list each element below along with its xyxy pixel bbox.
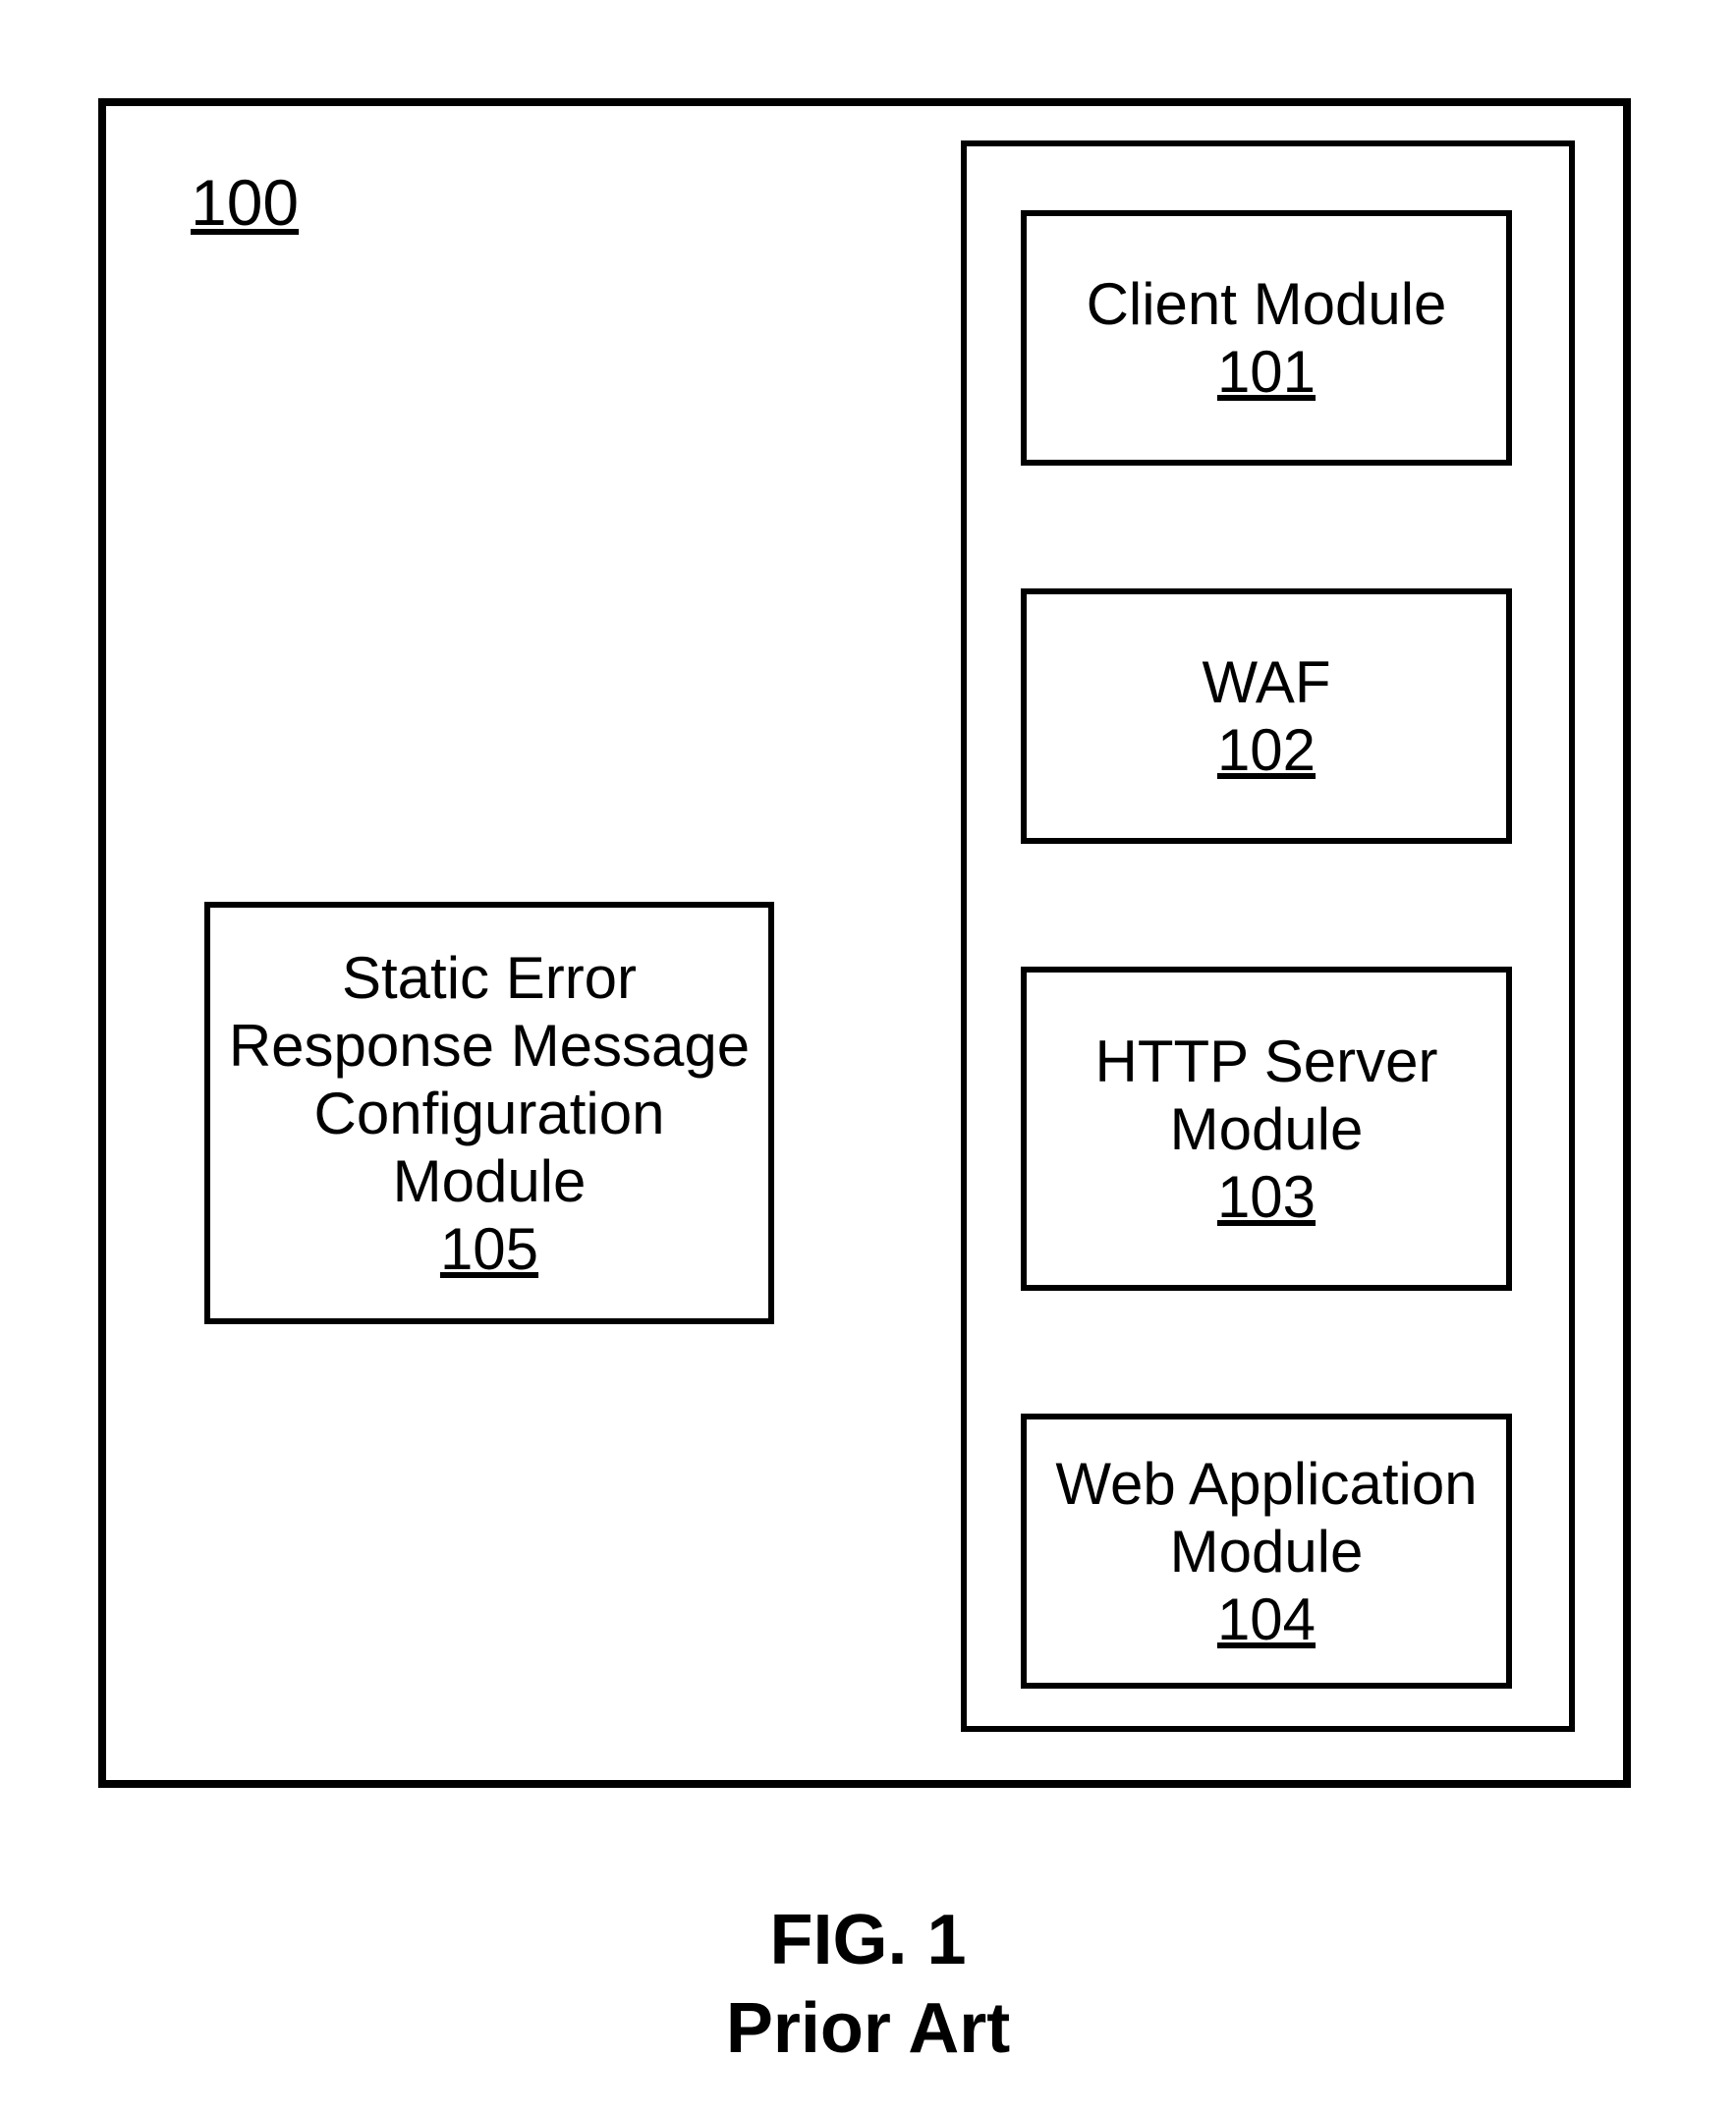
system-box-100: 100 Static Error Response Message Config…: [98, 98, 1631, 1788]
reference-numeral-101: 101: [1217, 338, 1316, 406]
module-label-line: WAF: [1202, 648, 1330, 716]
caption-line-1: FIG. 1: [0, 1896, 1736, 1984]
waf-module: WAF 102: [1021, 588, 1512, 844]
module-label-line: Static Error: [342, 944, 637, 1012]
reference-numeral-104: 104: [1217, 1586, 1316, 1653]
module-label-line: Client Module: [1087, 270, 1447, 338]
web-application-module: Web Application Module 104: [1021, 1414, 1512, 1689]
reference-numeral-103: 103: [1217, 1163, 1316, 1231]
figure-caption: FIG. 1 Prior Art: [0, 1896, 1736, 2073]
module-label-line: Module: [1170, 1518, 1364, 1586]
reference-numeral-102: 102: [1217, 716, 1316, 784]
module-label-line: Configuration: [314, 1080, 665, 1147]
figure-canvas: 100 Static Error Response Message Config…: [0, 0, 1736, 2114]
module-label-line: Response Message: [229, 1012, 750, 1080]
reference-numeral-105: 105: [440, 1215, 538, 1283]
module-label-line: HTTP Server: [1095, 1028, 1438, 1095]
client-module: Client Module 101: [1021, 210, 1512, 466]
module-label-line: Module: [1170, 1095, 1364, 1163]
module-stack-column: Client Module 101 WAF 102 HTTP Server Mo…: [961, 140, 1575, 1732]
http-server-module: HTTP Server Module 103: [1021, 967, 1512, 1291]
module-label-line: Web Application: [1055, 1450, 1477, 1518]
caption-line-2: Prior Art: [0, 1984, 1736, 2073]
static-error-response-config-module: Static Error Response Message Configurat…: [204, 902, 774, 1324]
reference-numeral-100: 100: [191, 165, 299, 240]
module-label-line: Module: [393, 1147, 587, 1215]
